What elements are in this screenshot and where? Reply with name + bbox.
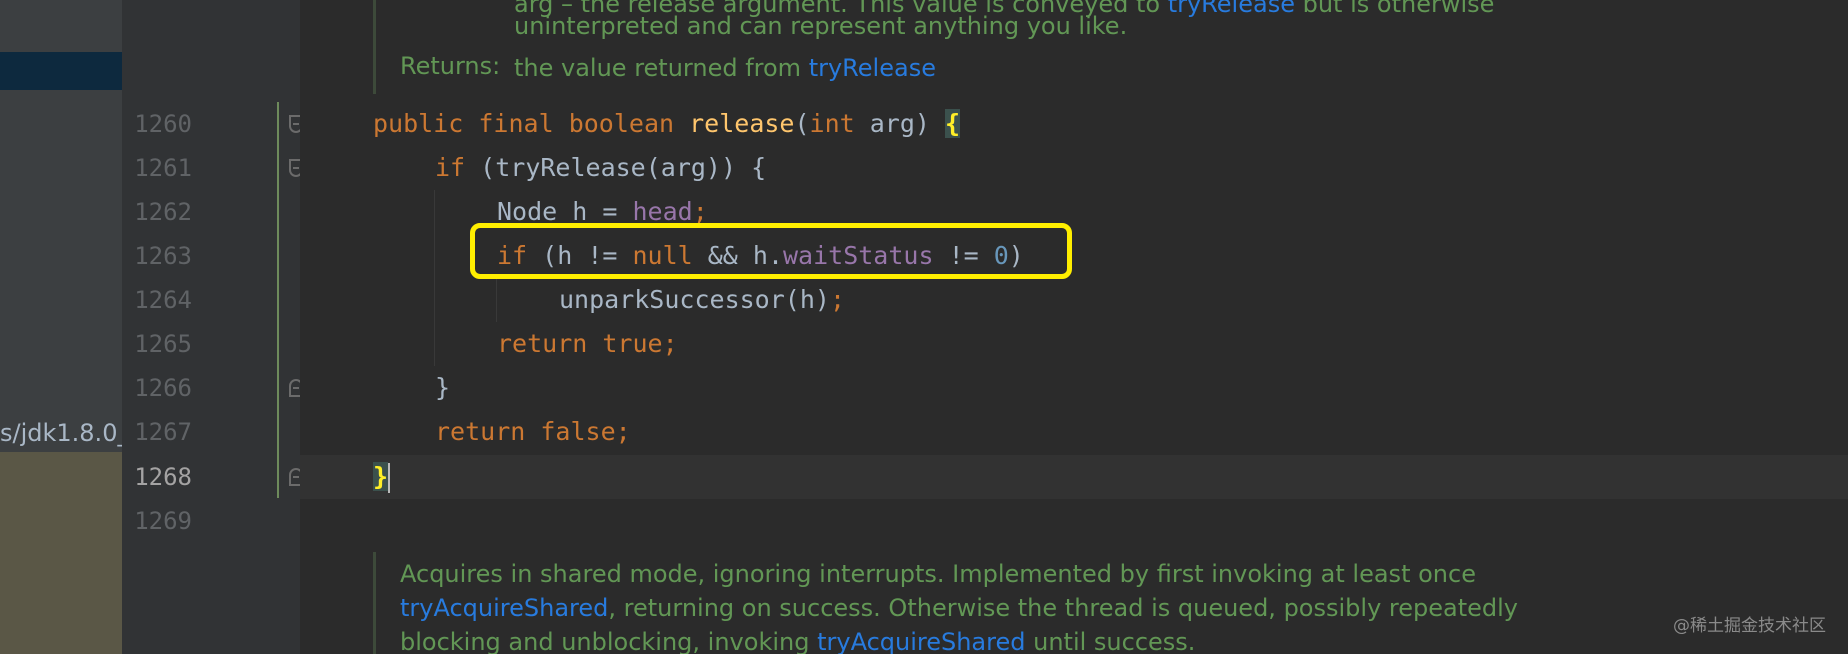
javadoc-returns-line: the value returned from tryRelease [514,54,936,82]
method-name: release [689,109,795,138]
javadoc-returns-label: Returns: [400,52,501,80]
line-number[interactable]: 1261 [122,146,192,190]
line-number[interactable]: 1269 [122,499,192,543]
indent-guide [434,190,435,366]
javadoc-link[interactable]: tryAcquireShared [817,628,1025,654]
code-line-1260[interactable]: public final boolean release(int arg) { [373,102,961,146]
text-caret [388,463,391,493]
javadoc-param-line-2: uninterpreted and can represent anything… [514,12,1128,40]
line-number[interactable]: 1267 [122,410,192,454]
project-tree-selected-row[interactable] [0,52,122,90]
line-number-current[interactable]: 1268 [122,455,192,499]
project-tool-window[interactable]: s/jdk1.8.0_ [0,0,122,654]
code-line-1266[interactable]: } [435,366,450,410]
code-line-1268[interactable]: } [373,455,391,499]
vcs-change-marker[interactable] [277,102,279,498]
line-number[interactable]: 1266 [122,366,192,410]
code-line-1264[interactable]: unparkSuccessor(h); [559,278,845,322]
project-tree-highlight-region [0,452,122,654]
matched-brace: } [373,462,389,491]
code-line-1267[interactable]: return false; [435,410,631,454]
javadoc-border [373,552,376,654]
line-number[interactable]: 1263 [122,234,192,278]
javadoc-border [373,0,376,94]
line-number[interactable]: 1265 [122,322,192,366]
line-number[interactable]: 1260 [122,102,192,146]
javadoc-link[interactable]: tryRelease [809,54,936,82]
javadoc-link[interactable]: tryAcquireShared [400,594,608,622]
code-line-1265[interactable]: return true; [497,322,678,366]
line-number[interactable]: 1264 [122,278,192,322]
indent-guide [496,278,497,322]
javadoc-line-3: blocking and unblocking, invoking tryAcq… [400,628,1196,654]
caret-row-highlight [300,455,1848,499]
javadoc-line-2: tryAcquireShared, returning on success. … [400,594,1518,622]
project-tree-path-item[interactable]: s/jdk1.8.0_ [0,416,122,450]
highlight-annotation-box [470,223,1072,279]
javadoc-link[interactable]: tryRelease [1168,0,1295,18]
watermark: @稀土掘金技术社区 [1673,616,1826,636]
line-number[interactable]: 1262 [122,190,192,234]
javadoc-line-1: Acquires in shared mode, ignoring interr… [400,560,1476,588]
code-line-1261[interactable]: if (tryRelease(arg)) { [435,146,766,190]
matched-brace: { [945,109,961,138]
